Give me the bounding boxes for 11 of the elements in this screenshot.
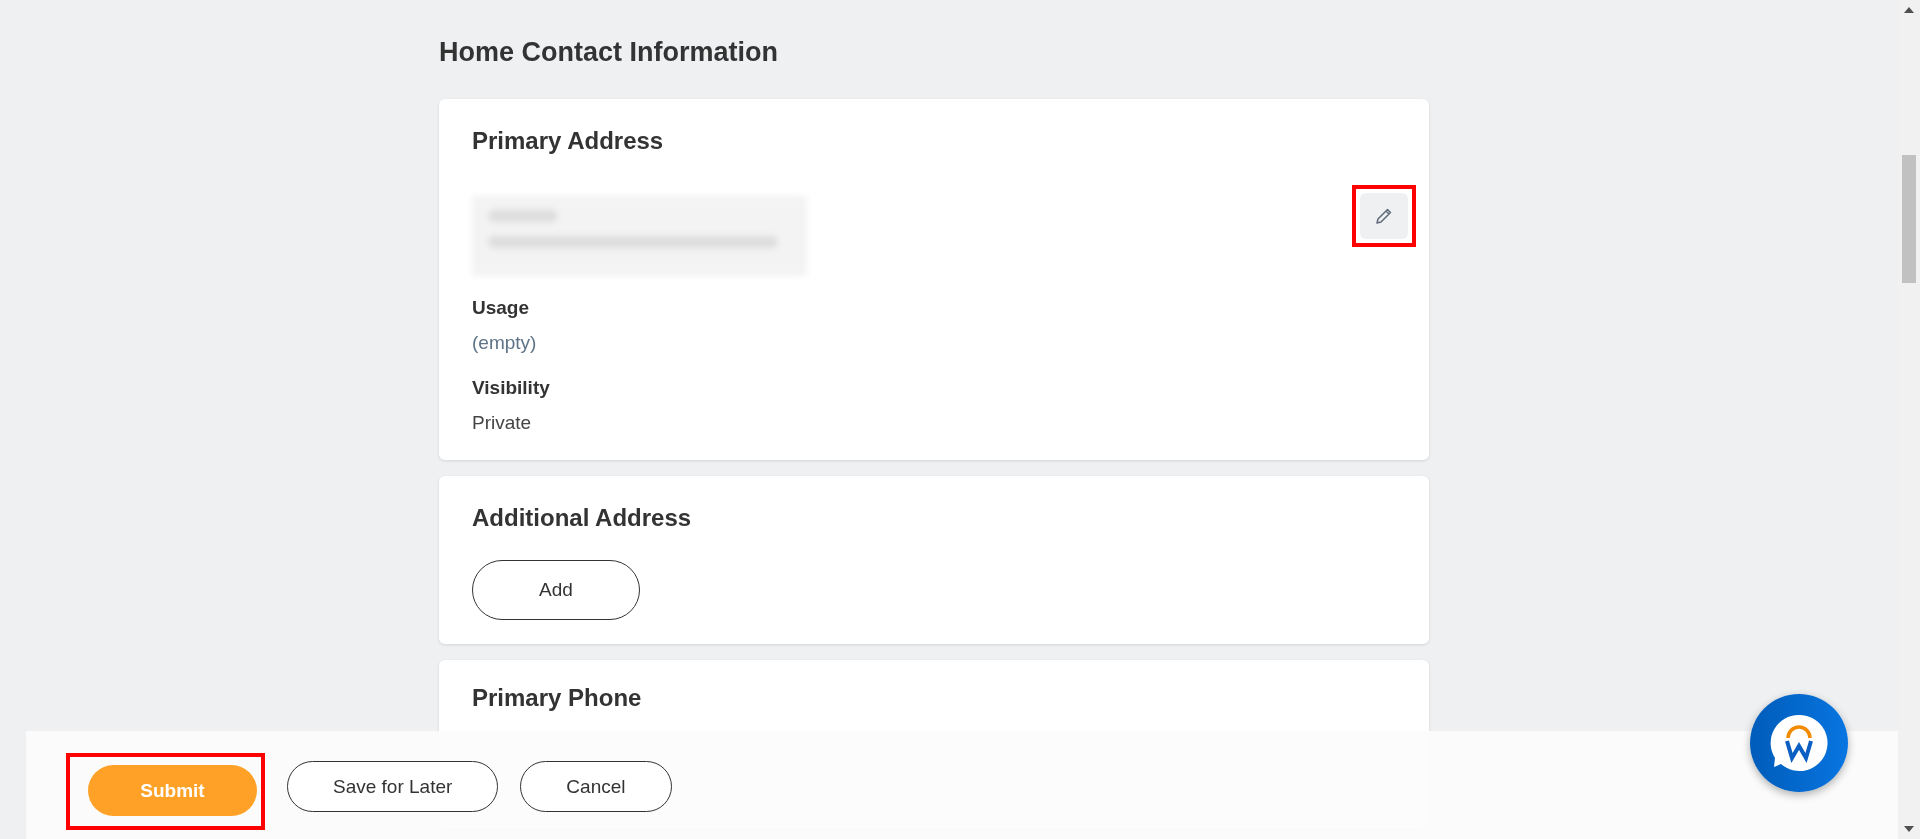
card-title: Additional Address	[472, 504, 693, 532]
card-title: Primary Phone	[472, 684, 643, 712]
field-label: Visibility	[472, 376, 551, 400]
action-button[interactable]: Save for Later	[287, 761, 499, 812]
field-label: Usage	[472, 296, 531, 320]
card-title: Primary Address	[472, 127, 665, 155]
page-heading: Home Contact Information	[439, 36, 779, 69]
action-button[interactable]: Cancel	[520, 761, 672, 812]
field-value: (empty)	[472, 331, 538, 355]
field-value: Private	[472, 411, 533, 435]
add-button[interactable]: Add	[472, 560, 640, 620]
